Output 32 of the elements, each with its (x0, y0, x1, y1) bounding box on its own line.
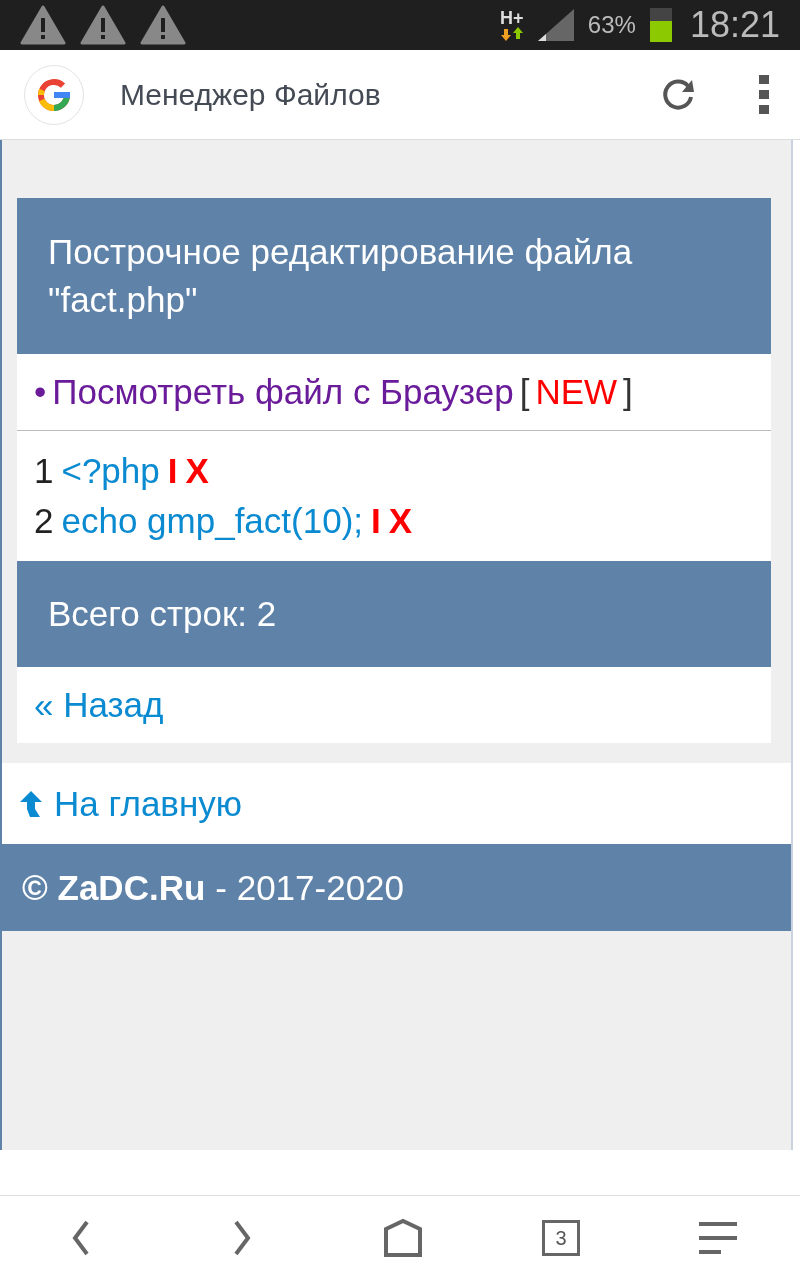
data-arrows-icon (499, 27, 524, 41)
warning-icon (140, 5, 186, 45)
bracket: [ (519, 372, 530, 412)
code-line-link[interactable]: echo gmp_fact(10); (61, 496, 364, 546)
bracket: ] (623, 372, 633, 412)
battery-icon (649, 8, 672, 42)
bullet: • (34, 372, 47, 412)
warning-icon (20, 5, 66, 45)
back-link[interactable]: « Назад (17, 667, 771, 743)
tab-count[interactable]: 3 (542, 1220, 581, 1256)
site-name: © ZaDC.Ru (22, 867, 206, 908)
signal-icon (537, 9, 574, 41)
line-count-bar: Всего строк: 2 (17, 561, 771, 667)
arrow-up-icon (20, 790, 42, 817)
line-number: 2 (34, 500, 54, 542)
line-number: 1 (34, 450, 54, 492)
clock: 18:21 (689, 4, 780, 46)
network-type: H+ (500, 9, 524, 27)
code-line-link[interactable]: <?php (61, 446, 160, 496)
delete-link[interactable]: X (388, 496, 413, 546)
delete-link[interactable]: X (185, 446, 209, 496)
edit-link[interactable]: I (167, 446, 178, 496)
page-title: Менеджер Файлов (120, 77, 382, 112)
home-link[interactable]: На главную (54, 783, 243, 824)
warning-icon (80, 5, 126, 45)
edit-link[interactable]: I (371, 496, 381, 546)
battery-percent: 63% (587, 11, 636, 39)
view-file-link[interactable]: Посмотреть файл с Браузер (52, 372, 514, 412)
section-heading: Построчное редактирование файла "fact.php" (17, 198, 771, 354)
copyright-years: - 2017-2020 (215, 867, 405, 908)
menu-icon[interactable] (758, 74, 770, 115)
new-label: NEW (535, 372, 618, 412)
